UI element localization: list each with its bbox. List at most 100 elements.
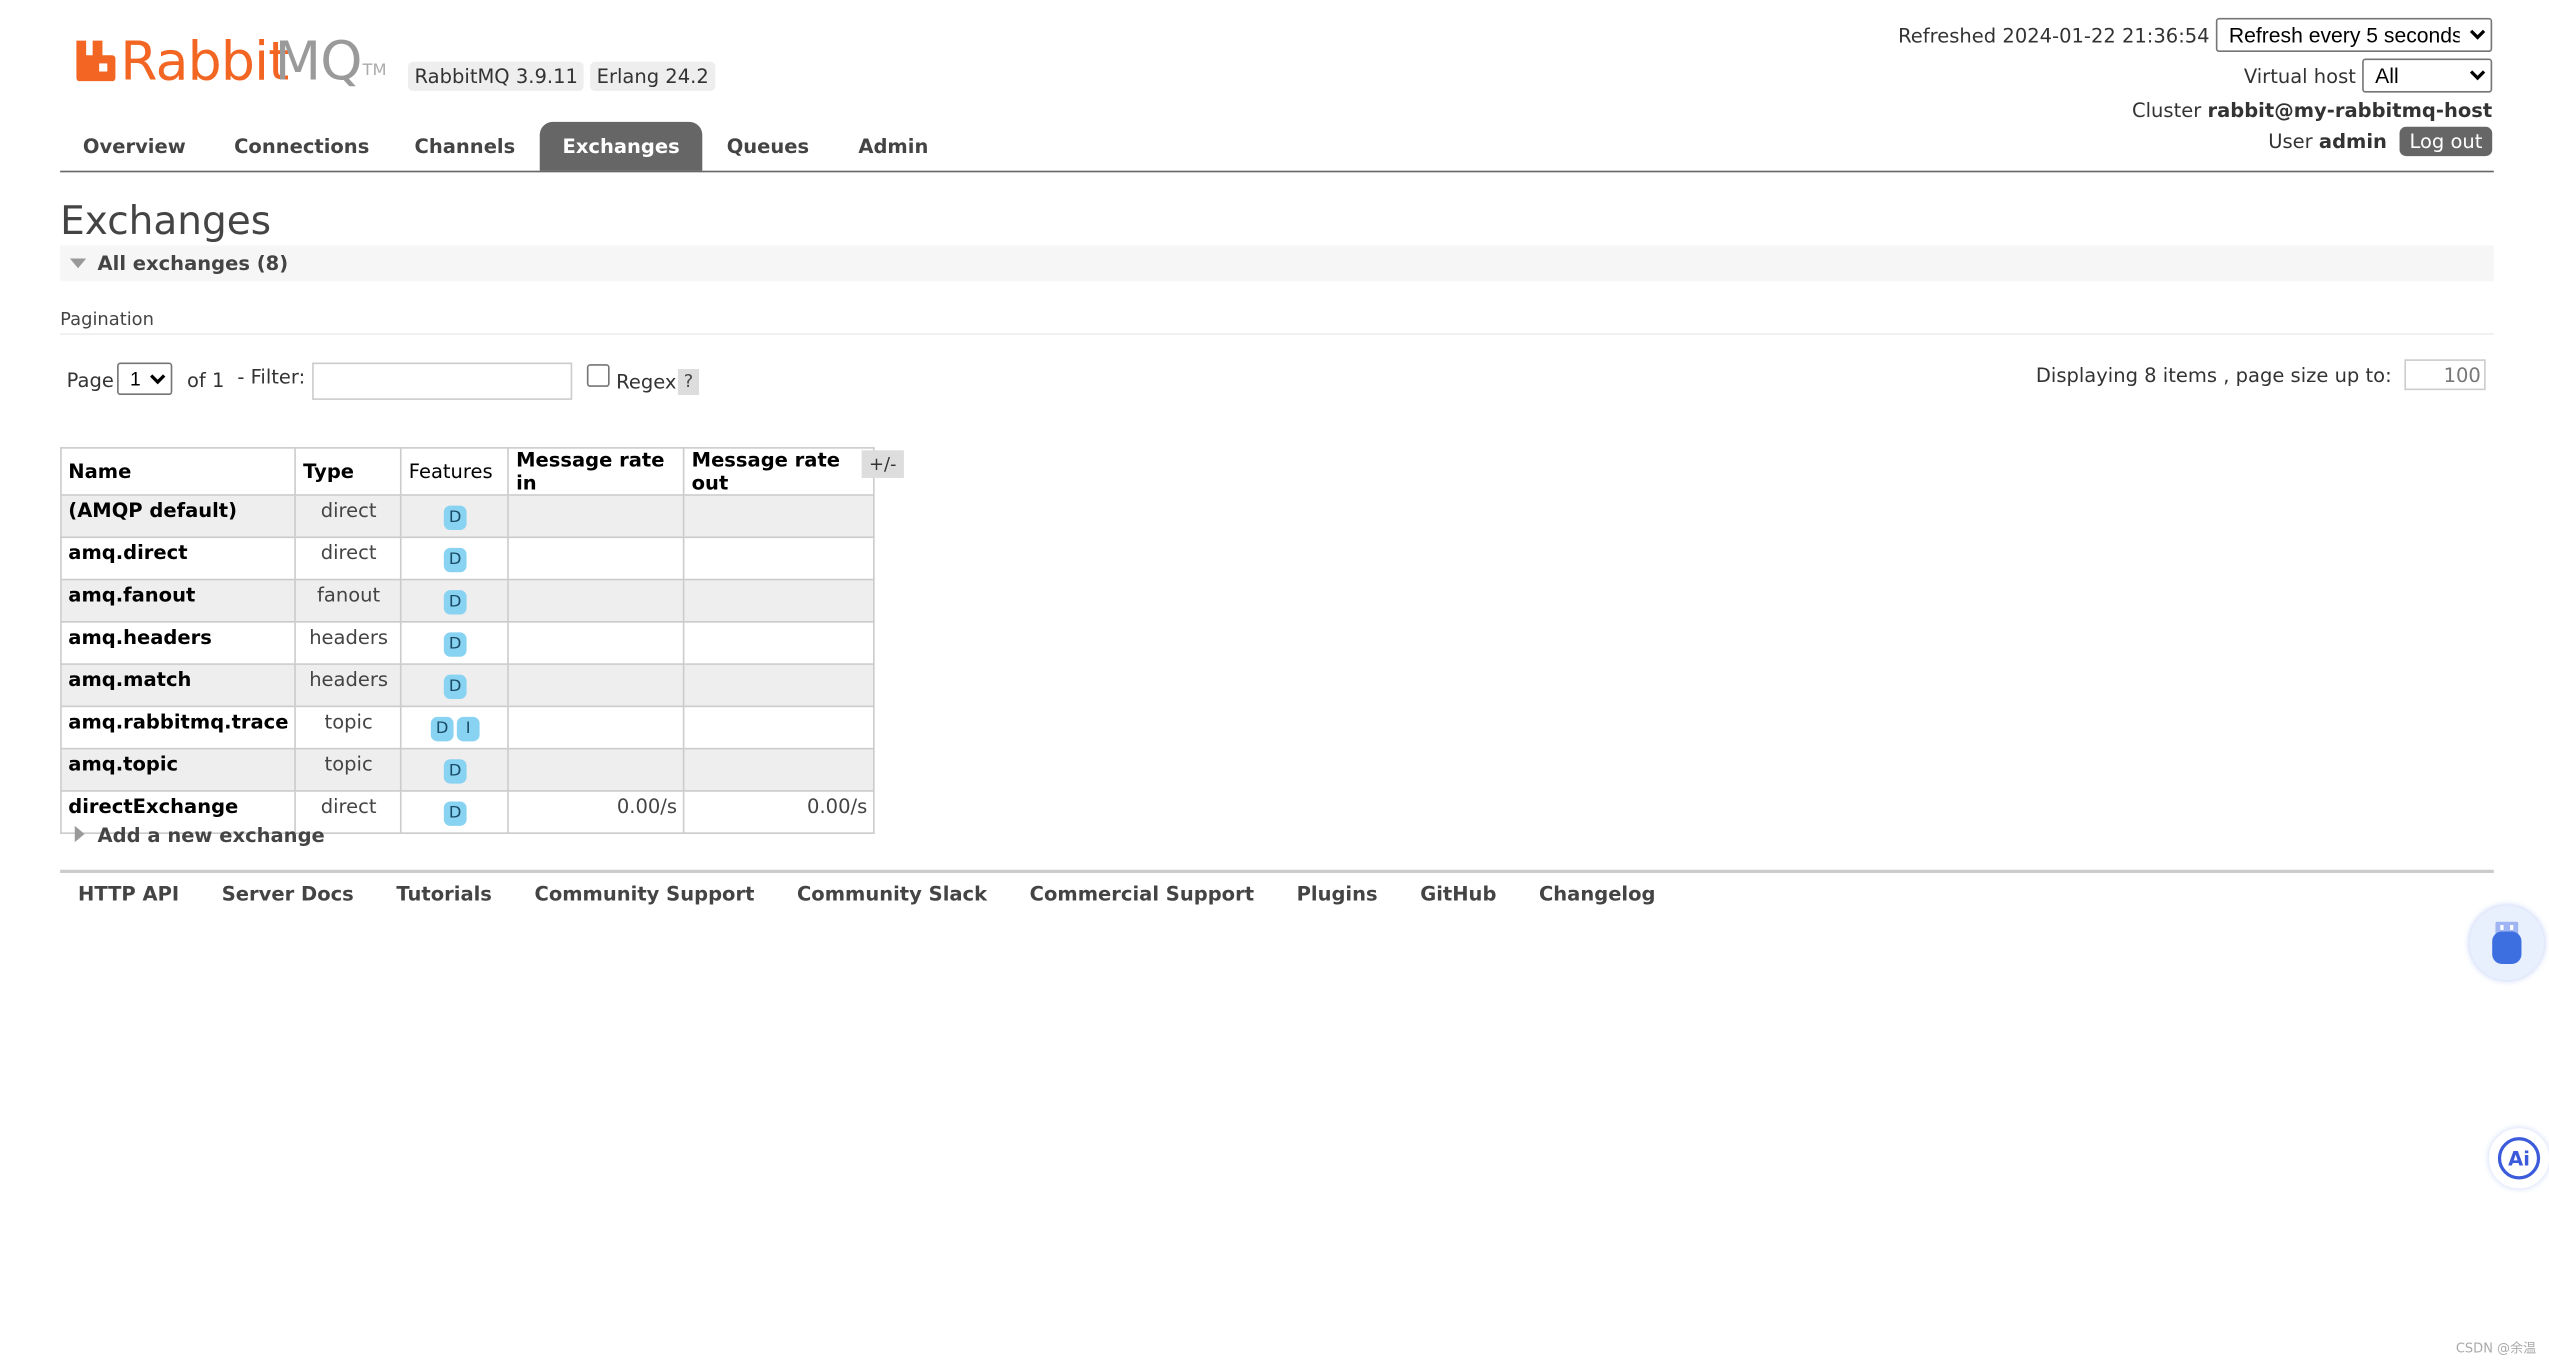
exchange-name-link[interactable]: amq.match xyxy=(60,663,297,708)
exchange-type: headers xyxy=(294,663,403,708)
floating-extension-button[interactable] xyxy=(2469,905,2545,981)
all-exchanges-section-toggle[interactable]: All exchanges (8) xyxy=(60,245,2494,282)
exchange-features: D xyxy=(400,747,510,792)
exchange-features: D xyxy=(400,494,510,539)
column-header-rate-out[interactable]: Message rate out xyxy=(683,447,876,496)
rabbitmq-logo-icon xyxy=(76,40,116,82)
footer-link-community-support[interactable]: Community Support xyxy=(534,883,754,906)
feature-badge: D xyxy=(443,758,467,783)
exchange-type: topic xyxy=(294,747,403,792)
tab-connections[interactable]: Connections xyxy=(211,122,392,171)
main-nav-tabs: Overview Connections Channels Exchanges … xyxy=(60,121,2494,173)
exchange-name-link[interactable]: amq.topic xyxy=(60,747,297,792)
exchange-type: headers xyxy=(294,621,403,665)
exchange-name-link[interactable]: amq.rabbitmq.trace xyxy=(60,705,297,750)
exchange-type: direct xyxy=(294,494,403,539)
exchange-features: DI xyxy=(400,705,510,750)
footer-link-plugins[interactable]: Plugins xyxy=(1297,883,1378,906)
footer-link-http-api[interactable]: HTTP API xyxy=(78,883,179,906)
rabbitmq-version-badge: RabbitMQ 3.9.11 xyxy=(408,61,585,92)
all-exchanges-heading: All exchanges (8) xyxy=(97,251,289,275)
message-rate-in xyxy=(507,705,686,750)
message-rate-in xyxy=(507,747,686,792)
exchange-features: D xyxy=(400,578,510,623)
exchange-name-link[interactable]: (AMQP default) xyxy=(60,494,297,539)
exchange-type: direct xyxy=(294,536,403,581)
exchange-name-link[interactable]: amq.headers xyxy=(60,621,297,665)
message-rate-out xyxy=(683,494,876,539)
message-rate-out xyxy=(683,536,876,581)
filter-label: - Filter: xyxy=(237,365,306,389)
message-rate-in xyxy=(507,494,686,539)
tab-queues[interactable]: Queues xyxy=(704,122,832,171)
message-rate-in xyxy=(507,578,686,623)
refresh-row: Refreshed 2024-01-22 21:36:54 Refresh ev… xyxy=(1898,17,2493,53)
ai-icon-text: Ai xyxy=(2508,1148,2530,1171)
exchange-type: fanout xyxy=(294,578,403,623)
page-select[interactable]: 1 xyxy=(117,362,173,396)
display-items-text: Displaying 8 items , page size up to: xyxy=(2035,363,2392,387)
feature-badge: I xyxy=(456,716,480,741)
cluster-row: Cluster rabbit@my-rabbitmq-host xyxy=(2132,99,2492,122)
message-rate-out xyxy=(683,621,876,665)
cluster-label: Cluster xyxy=(2132,99,2202,122)
footer-divider xyxy=(60,869,2494,874)
csdn-watermark: CSDN @余温 xyxy=(2455,1341,2537,1356)
expand-triangle-icon xyxy=(74,825,85,843)
message-rate-out xyxy=(683,578,876,623)
message-rate-in xyxy=(507,621,686,665)
footer-link-github[interactable]: GitHub xyxy=(1420,883,1496,906)
column-header-rate-in[interactable]: Message rate in xyxy=(507,447,686,496)
footer-link-tutorials[interactable]: Tutorials xyxy=(396,883,492,906)
exchange-features: D xyxy=(400,790,510,834)
refreshed-label: Refreshed xyxy=(1898,24,1997,48)
footer-link-community-slack[interactable]: Community Slack xyxy=(797,883,987,906)
page-title: Exchanges xyxy=(60,198,272,244)
regex-checkbox[interactable] xyxy=(586,364,610,387)
tab-exchanges[interactable]: Exchanges xyxy=(539,121,703,171)
tab-overview[interactable]: Overview xyxy=(60,122,208,171)
page-count-label: of 1 xyxy=(186,369,225,392)
exchange-features: D xyxy=(400,536,510,581)
footer-link-changelog[interactable]: Changelog xyxy=(1539,883,1656,906)
footer-links: HTTP API Server Docs Tutorials Community… xyxy=(60,883,1673,912)
refresh-interval-select[interactable]: Refresh every 5 seconds xyxy=(2215,17,2493,53)
ai-assistant-icon: Ai xyxy=(2497,1137,2541,1180)
exchange-name-link[interactable]: amq.fanout xyxy=(60,578,297,623)
page-size-input[interactable]: 100 xyxy=(2404,359,2486,391)
pagination-divider xyxy=(60,333,2494,335)
virtual-host-label: Virtual host xyxy=(2243,65,2356,88)
filter-input[interactable] xyxy=(312,362,573,400)
footer-link-commercial-support[interactable]: Commercial Support xyxy=(1030,883,1254,906)
floating-ai-button[interactable]: Ai xyxy=(2488,1128,2549,1189)
feature-badge: D xyxy=(430,716,454,741)
column-header-name[interactable]: Name xyxy=(60,447,297,496)
erlang-version-badge: Erlang 24.2 xyxy=(590,61,716,92)
refreshed-time: 2024-01-22 21:36:54 xyxy=(2002,24,2210,48)
exchange-name-link[interactable]: amq.direct xyxy=(60,536,297,581)
footer-link-server-docs[interactable]: Server Docs xyxy=(222,883,354,906)
table-row: amq.headers headers D xyxy=(60,621,876,665)
virtual-host-select[interactable]: All xyxy=(2362,58,2493,93)
table-row: (AMQP default) direct D xyxy=(60,494,876,539)
feature-badge: D xyxy=(443,631,467,656)
exchange-type: topic xyxy=(294,705,403,750)
feature-badge: D xyxy=(443,800,467,826)
column-toggle-button[interactable]: +/- xyxy=(861,450,904,478)
table-header-row: Name Type Features Message rate in Messa… xyxy=(60,447,876,496)
feature-badge: D xyxy=(443,673,467,699)
add-exchange-heading: Add a new exchange xyxy=(97,824,325,847)
regex-help-button[interactable]: ? xyxy=(677,369,700,396)
feature-badge: D xyxy=(443,589,467,614)
tab-admin[interactable]: Admin xyxy=(836,122,952,171)
message-rate-out xyxy=(683,705,876,750)
column-header-features: Features xyxy=(400,447,510,496)
usb-drive-icon xyxy=(2492,921,2522,965)
display-items-row: Displaying 8 items , page size up to: 10… xyxy=(2035,359,2486,391)
pagination-heading: Pagination xyxy=(60,308,154,331)
tab-channels[interactable]: Channels xyxy=(392,122,538,171)
message-rate-in xyxy=(507,536,686,581)
rabbitmq-logo[interactable]: Rabbit MQ TM xyxy=(75,29,392,93)
vhost-row: Virtual host All xyxy=(2243,58,2493,93)
column-header-type[interactable]: Type xyxy=(294,447,403,496)
